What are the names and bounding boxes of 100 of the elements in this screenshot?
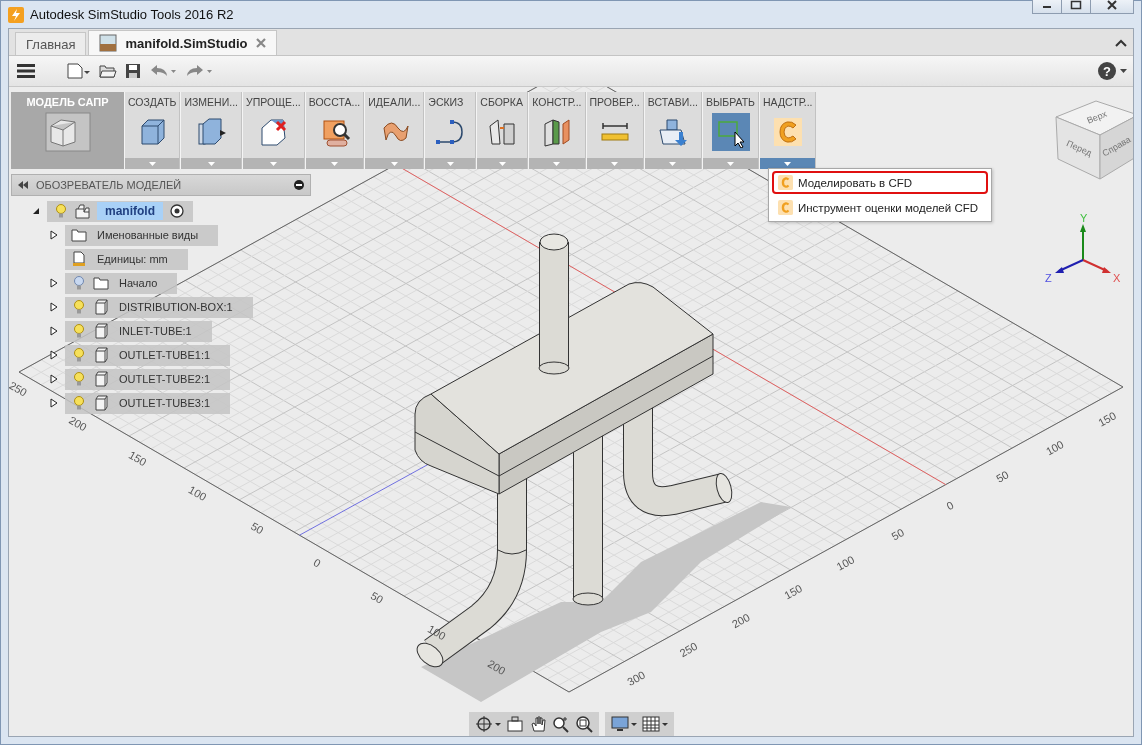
grid-settings-button[interactable] — [641, 715, 669, 733]
browser-title: ОБОЗРЕВАТЕЛЬ МОДЕЛЕЙ — [36, 179, 183, 191]
component-icon — [93, 347, 109, 363]
tree-item[interactable]: INLET-TUBE:1 — [65, 320, 212, 342]
tree-item[interactable]: OUTLET-TUBE1:1 — [65, 344, 231, 366]
caret-icon — [207, 161, 215, 166]
expand-toggle[interactable] — [49, 398, 59, 408]
open-folder-button[interactable] — [97, 62, 119, 80]
display-settings-button[interactable] — [610, 715, 638, 733]
pan-button[interactable] — [528, 715, 548, 733]
look-at-icon — [506, 715, 524, 733]
tree-item[interactable]: DISTRIBUTION-BOX:1 — [65, 296, 253, 318]
component-icon — [93, 371, 109, 387]
ribbon-group-label[interactable]: ВСТАВИ... — [644, 92, 702, 108]
grid-scale-label: 150 — [1096, 409, 1118, 429]
grid-scale-label: 50 — [889, 526, 907, 543]
triangle-icon — [49, 326, 59, 336]
folder-icon — [93, 275, 109, 291]
component-name[interactable]: manifold — [97, 202, 163, 220]
ribbon-group-label[interactable]: ИДЕАЛИ... — [365, 92, 424, 108]
close-button[interactable] — [1090, 0, 1134, 14]
triangle-icon — [49, 398, 59, 408]
minus-circle-icon[interactable] — [294, 180, 304, 190]
axis-label: Y — [1080, 212, 1088, 224]
menu-button[interactable] — [15, 62, 37, 80]
document-tab[interactable]: manifold.SimStudio — [88, 30, 277, 55]
tree-item[interactable]: OUTLET-TUBE2:1 — [65, 368, 231, 390]
zoom-fit-icon — [575, 715, 593, 733]
ribbon-group-label[interactable]: НАДСТР... — [760, 92, 816, 108]
grid-scale-label: 100 — [186, 483, 209, 503]
collapse-panel-icon[interactable] — [18, 181, 28, 189]
ribbon-group-label[interactable]: СОЗДАТЬ — [125, 92, 180, 108]
close-icon[interactable] — [255, 38, 266, 48]
grid-scale-label: 150 — [782, 582, 805, 602]
look-at-button[interactable] — [505, 715, 525, 733]
expand-toggle[interactable] — [49, 374, 59, 384]
ribbon-group-label[interactable]: ПРОВЕР... — [586, 92, 643, 108]
menu-item[interactable]: Моделировать в CFD — [772, 171, 988, 194]
hand-icon — [529, 715, 547, 733]
caret-icon[interactable] — [1120, 69, 1127, 73]
ribbon-group-label[interactable]: ИЗМЕНИ... — [181, 92, 241, 108]
tree-item[interactable]: OUTLET-TUBE3:1 — [65, 392, 231, 414]
chevron-up-icon[interactable] — [1115, 39, 1127, 47]
expand-toggle[interactable] — [31, 206, 41, 216]
save-button[interactable] — [123, 61, 143, 81]
grid-scale-label: 250 — [677, 639, 700, 660]
view-cube-label[interactable]: Верх — [1085, 108, 1109, 126]
ribbon-group-label[interactable]: КОНСТР... — [529, 92, 585, 108]
grid-scale-label: 200 — [66, 413, 89, 434]
zoom-button[interactable] — [551, 715, 571, 733]
new-file-button[interactable] — [65, 61, 93, 81]
y-axis-arrow — [1080, 224, 1086, 261]
grid-scale-label: 50 — [249, 519, 266, 537]
grid-scale-label: 100 — [834, 553, 857, 573]
tree-item[interactable]: Начало — [65, 272, 178, 294]
grid-scale-label: 200 — [729, 610, 752, 631]
caret-icon — [669, 161, 677, 166]
grid-scale-label: 250 — [9, 379, 30, 399]
triangle-icon — [49, 230, 59, 240]
axis-label: Z — [1045, 272, 1052, 284]
cube-outline-icon — [44, 112, 91, 152]
ribbon-tool-button[interactable] — [711, 113, 750, 151]
tree-item[interactable]: Единицы: mm — [65, 248, 188, 270]
expand-toggle[interactable] — [49, 278, 59, 288]
grid-scale-label: 100 — [1043, 438, 1066, 458]
tree-item[interactable]: manifold — [47, 200, 193, 222]
minimize-button[interactable] — [1032, 0, 1062, 14]
ribbon-group-label[interactable]: ВОССТА... — [305, 92, 364, 108]
maximize-icon — [1070, 0, 1082, 10]
tree-item[interactable]: Именованные виды — [65, 224, 219, 246]
expand-toggle[interactable] — [49, 230, 59, 240]
dropdown-strip[interactable] — [760, 158, 816, 169]
ribbon-group-label[interactable]: СБОРКА — [477, 92, 528, 108]
modify-tool-icon — [195, 116, 228, 148]
caret-icon — [727, 161, 734, 166]
ribbon-group-label[interactable]: ЭСКИЗ — [425, 92, 476, 108]
window-title: Autodesk SimStudio Tools 2016 R2 — [30, 7, 235, 22]
triangle-icon — [49, 302, 59, 312]
insert-tool-icon — [656, 116, 689, 148]
expand-toggle[interactable] — [49, 302, 59, 312]
expand-toggle[interactable] — [49, 350, 59, 360]
ribbon-group-label[interactable]: ВЫБРАТЬ — [703, 92, 758, 108]
app-logo-icon — [8, 6, 24, 23]
document-tab[interactable]: Главная — [15, 32, 87, 55]
grid-scale-label: 50 — [368, 589, 386, 606]
radio-target-icon[interactable] — [169, 203, 185, 219]
orbit-button[interactable] — [474, 715, 502, 733]
ribbon-group-label[interactable]: УПРОЩЕ... — [243, 92, 304, 108]
expand-toggle[interactable] — [49, 326, 59, 336]
menu-icon — [17, 64, 35, 78]
maximize-button[interactable] — [1061, 0, 1091, 14]
grid-scale-label: 300 — [625, 668, 648, 688]
caret-icon — [331, 161, 338, 166]
help-button[interactable]: ? — [1098, 62, 1116, 80]
triangle-icon — [31, 206, 41, 216]
menu-item[interactable]: Инструмент оценки моделей CFD — [772, 196, 988, 219]
grid-scale-label: 200 — [485, 657, 508, 677]
zoom-fit-button[interactable] — [574, 715, 594, 733]
grid-scale-label: 0 — [311, 556, 323, 570]
save-icon — [125, 63, 141, 79]
